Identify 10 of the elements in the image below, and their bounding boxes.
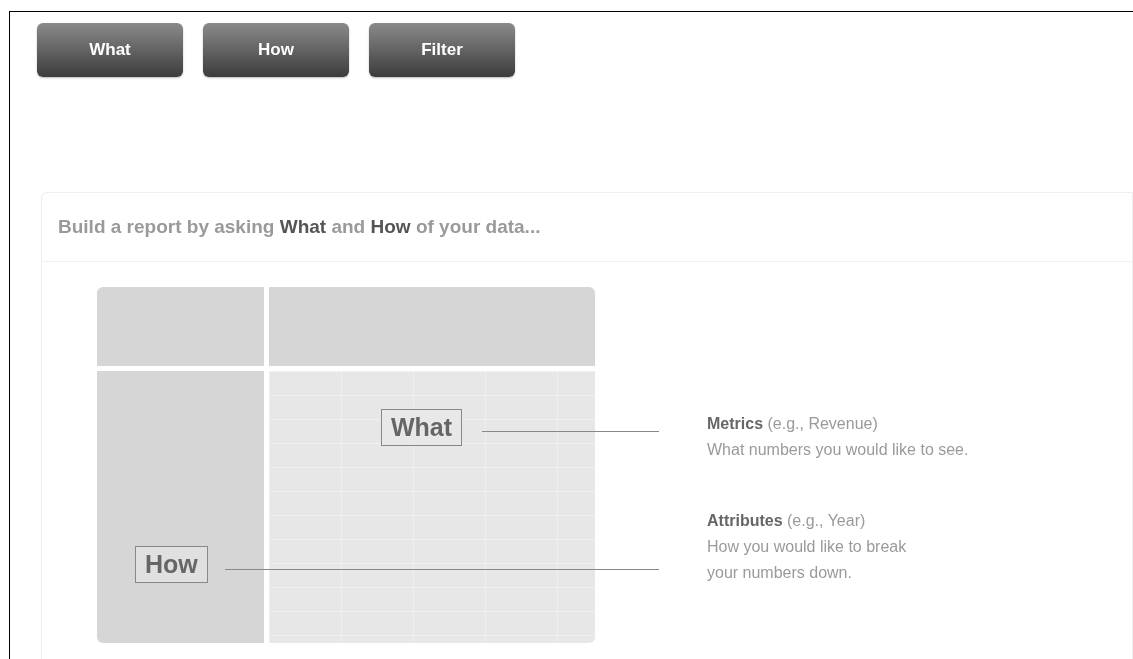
toolbar-button[interactable]: How xyxy=(203,23,349,77)
legend-description: How you would like to break your numbers down. xyxy=(707,537,908,583)
how-label: How xyxy=(135,546,208,583)
what-label: What xyxy=(381,409,463,446)
panel-heading: Build a report by asking What and How of your data... xyxy=(58,214,541,239)
legend-title: Attributes (e.g., Year) xyxy=(707,511,867,531)
toolbar-button[interactable]: What xyxy=(37,23,183,77)
legend-description: What numbers you would like to see. xyxy=(707,440,970,460)
legend-title: Metrics (e.g., Revenue) xyxy=(707,414,879,434)
toolbar-button[interactable]: Filter xyxy=(369,23,515,77)
